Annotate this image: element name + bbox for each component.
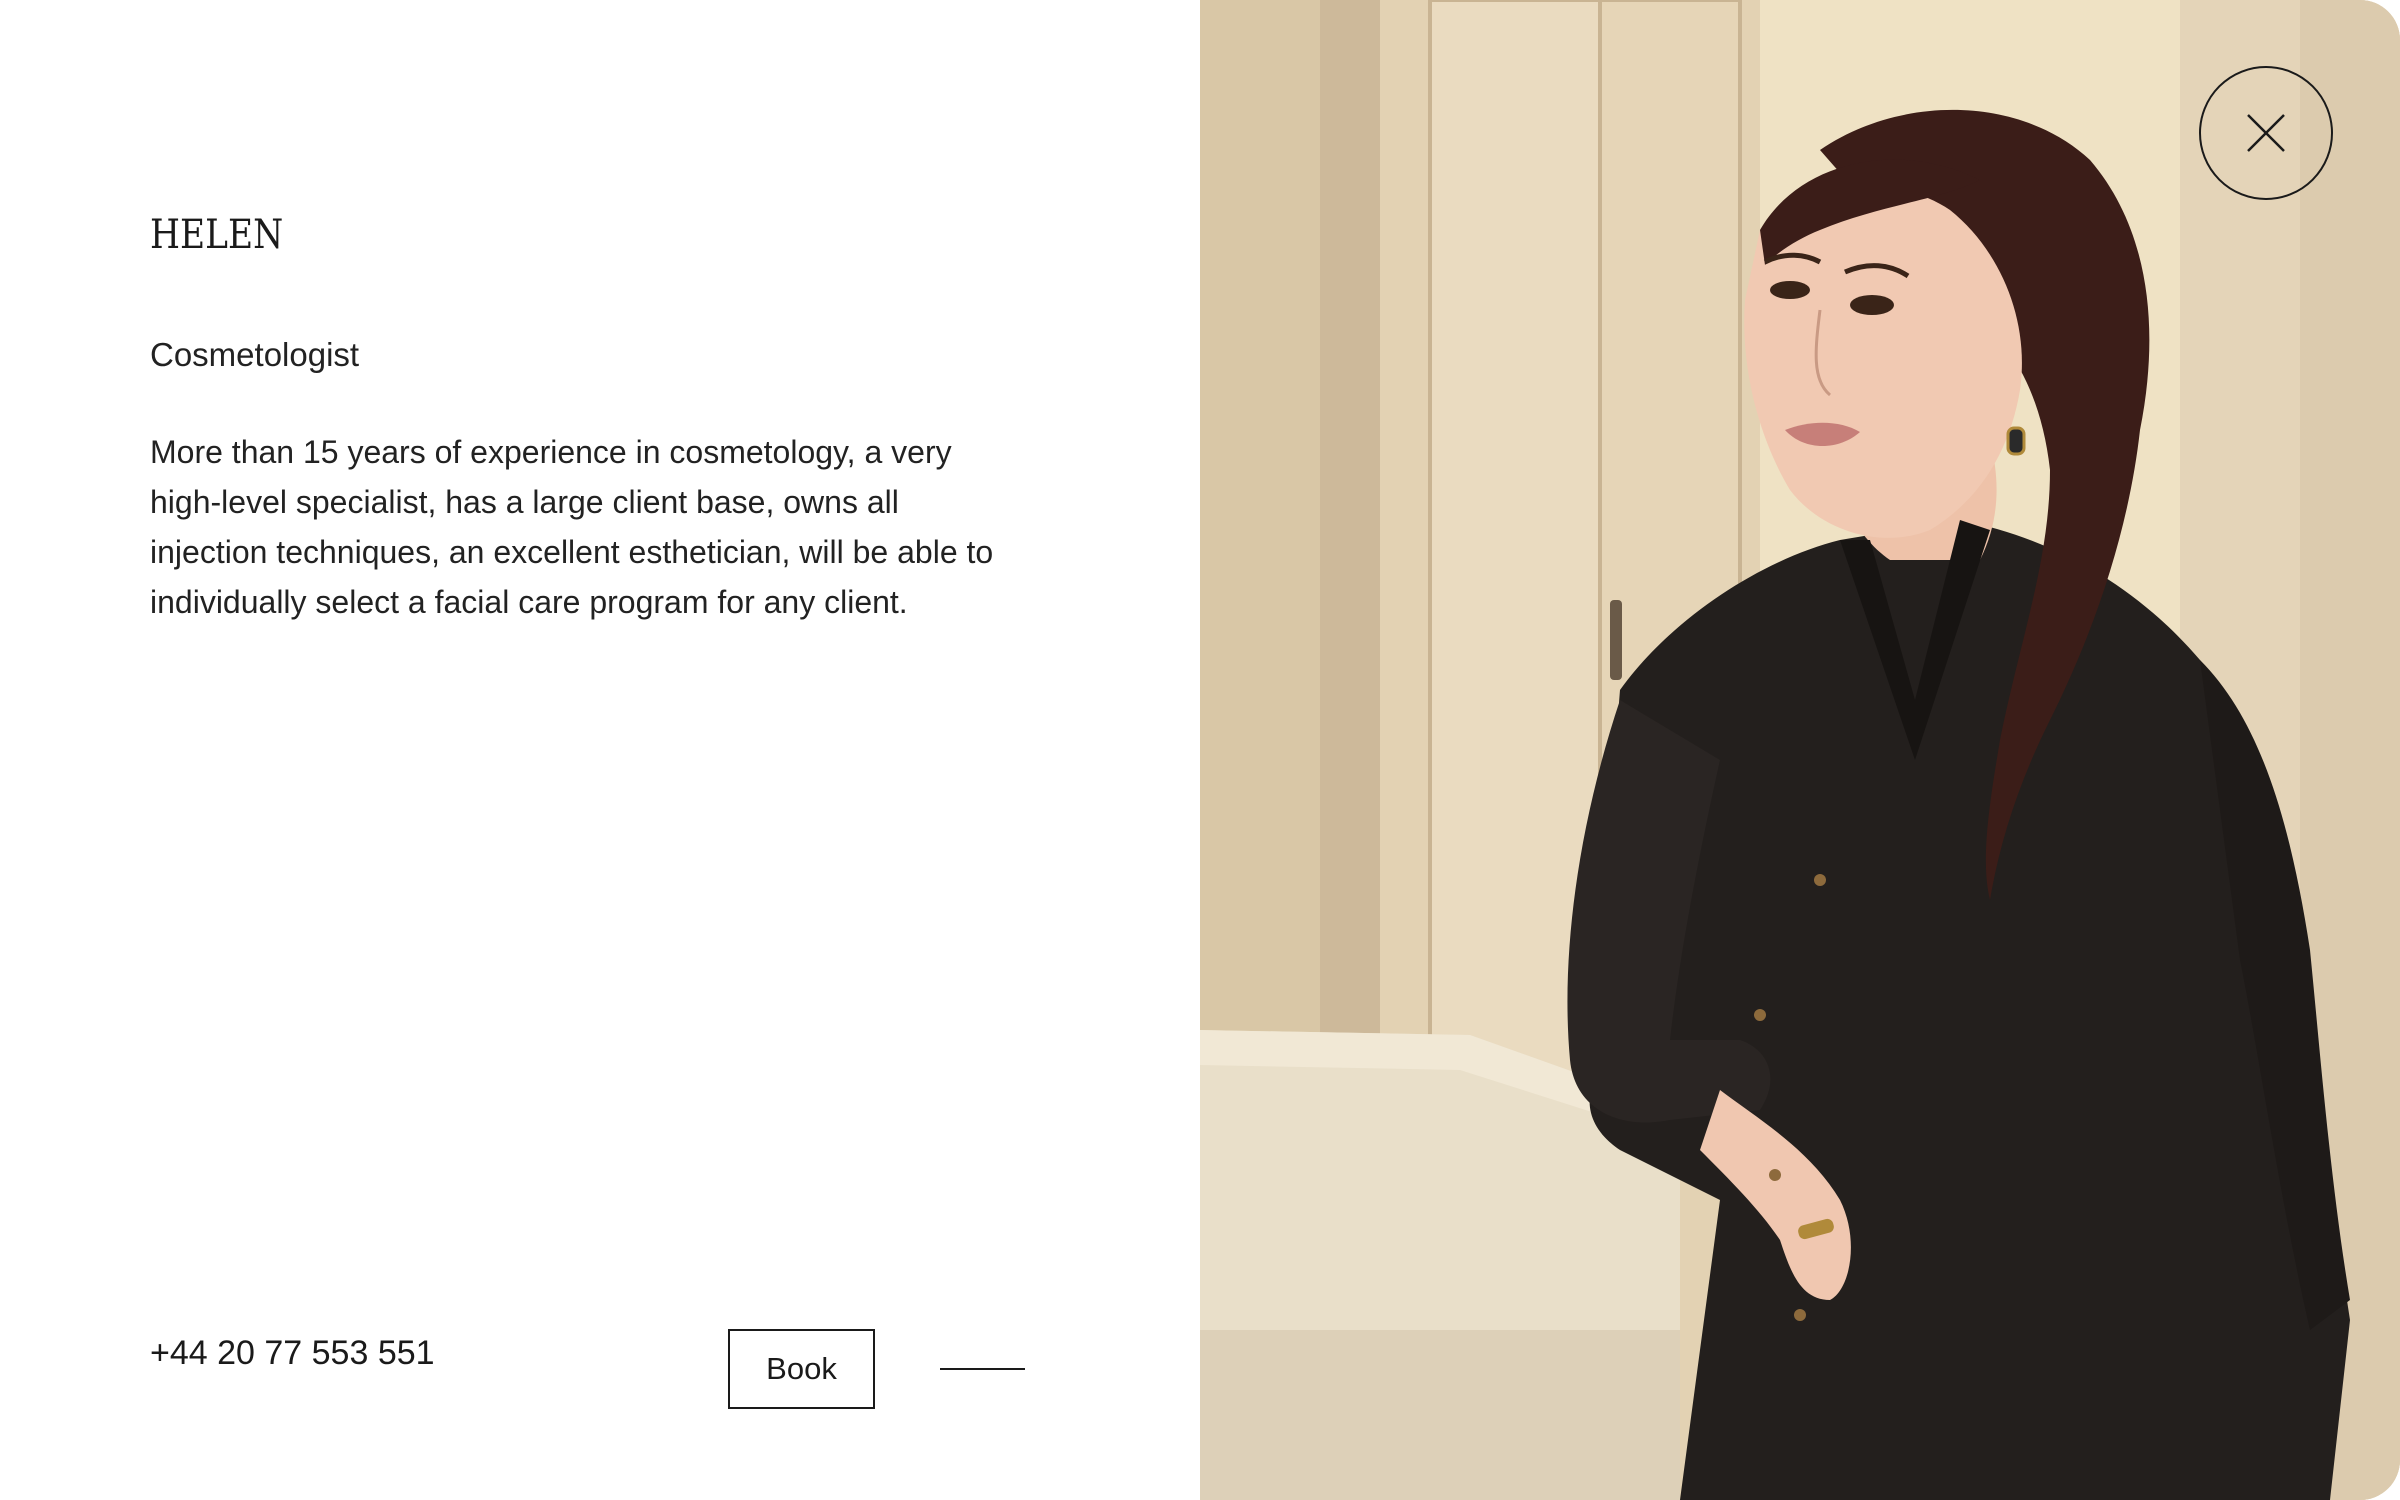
specialist-photo xyxy=(1200,0,2400,1500)
specialist-name: HELEN xyxy=(150,212,284,258)
book-button[interactable]: Book xyxy=(728,1329,875,1409)
specialist-role: Cosmetologist xyxy=(150,336,360,373)
decorative-line xyxy=(940,1368,1025,1370)
specialist-bio: More than 15 years of experience in cosm… xyxy=(150,434,994,620)
specialist-modal: HELEN Cosmetologist More than 15 years o… xyxy=(0,0,2400,1500)
specialist-info-panel: HELEN Cosmetologist More than 15 years o… xyxy=(0,0,1200,1500)
close-button[interactable] xyxy=(2199,66,2333,200)
phone-link[interactable]: +44 20 77 553 551 xyxy=(150,1334,435,1373)
close-icon xyxy=(2247,114,2285,152)
